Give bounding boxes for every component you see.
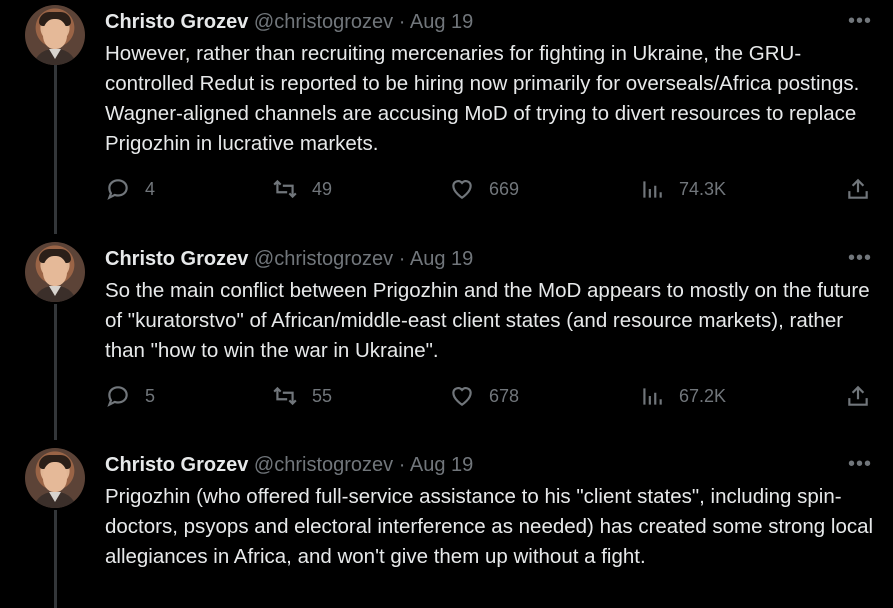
retweet-icon <box>273 179 297 199</box>
more-options-icon[interactable]: ••• <box>848 248 872 268</box>
avatar[interactable] <box>25 5 85 65</box>
avatar[interactable] <box>25 448 85 508</box>
like-count: 678 <box>489 385 520 406</box>
tweet-header: Christo Grozev @christogrozev · Aug 19 <box>105 246 473 272</box>
tweet-header: Christo Grozev @christogrozev · Aug 19 <box>105 452 473 478</box>
more-options-icon[interactable]: ••• <box>848 454 872 474</box>
tweet-date[interactable]: Aug 19 <box>410 454 473 476</box>
tweet-date[interactable]: Aug 19 <box>410 248 473 270</box>
author-name[interactable]: Christo Grozev <box>105 248 248 270</box>
tweet[interactable]: Christo Grozev @christogrozev · Aug 19 •… <box>0 448 893 608</box>
share-icon <box>848 385 868 406</box>
more-options-icon[interactable]: ••• <box>848 11 872 31</box>
retweet-icon <box>273 386 297 406</box>
retweet-count: 55 <box>312 385 333 406</box>
reply-count: 5 <box>145 385 156 406</box>
views-icon <box>643 388 662 405</box>
views-icon <box>643 181 662 198</box>
retweet-button[interactable]: 55 <box>272 383 332 409</box>
author-handle[interactable]: @christogrozev <box>254 454 393 476</box>
author-handle[interactable]: @christogrozev <box>254 11 393 33</box>
tweet-text: However, rather than recruiting mercenar… <box>105 42 860 155</box>
heart-icon <box>452 180 472 199</box>
reply-icon <box>107 179 128 200</box>
reply-count: 4 <box>145 178 156 199</box>
separator: · <box>398 454 406 476</box>
like-button[interactable]: 669 <box>449 176 519 202</box>
retweet-button[interactable]: 49 <box>272 176 332 202</box>
tweet[interactable]: Christo Grozev @christogrozev · Aug 19 •… <box>0 5 893 225</box>
author-name[interactable]: Christo Grozev <box>105 454 248 476</box>
heart-icon <box>452 387 472 406</box>
views-count: 67.2K <box>679 385 727 406</box>
reply-button[interactable]: 5 <box>105 383 155 409</box>
views-count: 74.3K <box>679 178 727 199</box>
tweet-actions: 5 55 678 67.2K <box>105 383 875 413</box>
tweet-text: Prigozhin (who offered full-service assi… <box>105 485 874 568</box>
tweet-actions: 4 49 669 74.3K <box>105 176 875 206</box>
tweet-text: So the main conflict between Prigozhin a… <box>105 279 870 362</box>
reply-button[interactable]: 4 <box>105 176 155 202</box>
like-count: 669 <box>489 178 520 199</box>
like-button[interactable]: 678 <box>449 383 519 409</box>
tweet-thread: Christo Grozev @christogrozev · Aug 19 •… <box>0 0 893 608</box>
views-button[interactable]: 74.3K <box>639 176 726 202</box>
share-button[interactable] <box>845 383 871 409</box>
tweet-header: Christo Grozev @christogrozev · Aug 19 <box>105 9 473 35</box>
reply-icon <box>107 386 128 407</box>
separator: · <box>398 248 406 270</box>
retweet-count: 49 <box>312 178 333 199</box>
tweet[interactable]: Christo Grozev @christogrozev · Aug 19 •… <box>0 242 893 432</box>
share-icon <box>848 178 868 199</box>
avatar[interactable] <box>25 242 85 302</box>
views-button[interactable]: 67.2K <box>639 383 726 409</box>
separator: · <box>398 11 406 33</box>
author-handle[interactable]: @christogrozev <box>254 248 393 270</box>
share-button[interactable] <box>845 176 871 202</box>
tweet-date[interactable]: Aug 19 <box>410 11 473 33</box>
author-name[interactable]: Christo Grozev <box>105 11 248 33</box>
